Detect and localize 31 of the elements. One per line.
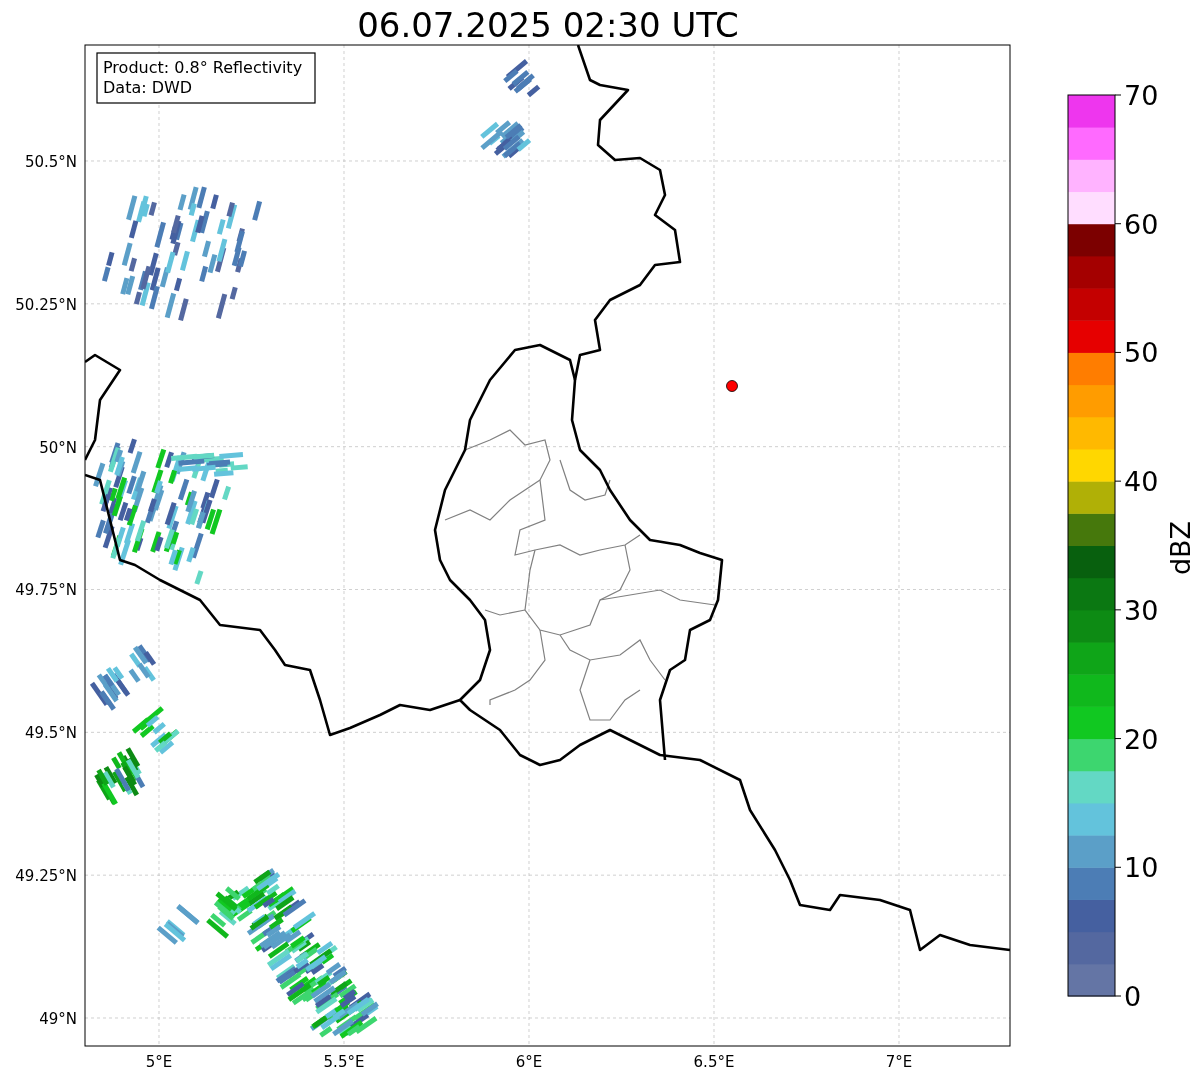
longitude-label: 6.5°E [693, 1053, 735, 1071]
info-text: Product: 0.8° Reflectivity [103, 58, 303, 77]
colorbar-tick-label: 70 [1124, 80, 1159, 111]
radar-echo-cluster [480, 120, 532, 159]
colorbar-tick-label: 40 [1124, 466, 1159, 498]
colorbar-tick-label: 60 [1124, 208, 1159, 240]
latitude-label: 50.5°N [24, 153, 77, 171]
latitude-label: 49°N [39, 1010, 77, 1028]
radar-echo-cluster [89, 644, 157, 711]
latitude-label: 49.25°N [15, 867, 77, 886]
latitude-label: 49.75°N [15, 581, 77, 600]
info-text: Data: DWD [103, 78, 193, 97]
radar-site-marker [726, 380, 738, 392]
radar-echo-cluster [156, 904, 200, 945]
colorbar-label: dBZ [1165, 520, 1196, 576]
colorbar-tick-label: 10 [1124, 852, 1159, 884]
colorbar-tick-label: 0 [1124, 981, 1142, 1012]
radar-echo-cluster [131, 706, 180, 755]
colorbar-tick-label: 20 [1124, 723, 1159, 755]
colorbar-tick-label: 50 [1124, 337, 1159, 369]
radar-echo-cluster [94, 747, 146, 806]
longitude-label: 7°E [885, 1053, 913, 1071]
colorbar-tick-label: 30 [1124, 594, 1159, 626]
radar-echo-cluster [503, 59, 541, 98]
latitude-label: 50°N [39, 438, 77, 457]
longitude-label: 5.5°E [323, 1053, 365, 1071]
map-title: 06.07.2025 02:30 UTC [357, 5, 739, 45]
latitude-label: 50.25°N [15, 295, 77, 314]
longitude-label: 6°E [515, 1053, 543, 1071]
latitude-label: 49.5°N [24, 724, 77, 743]
longitude-label: 5°E [145, 1053, 173, 1071]
